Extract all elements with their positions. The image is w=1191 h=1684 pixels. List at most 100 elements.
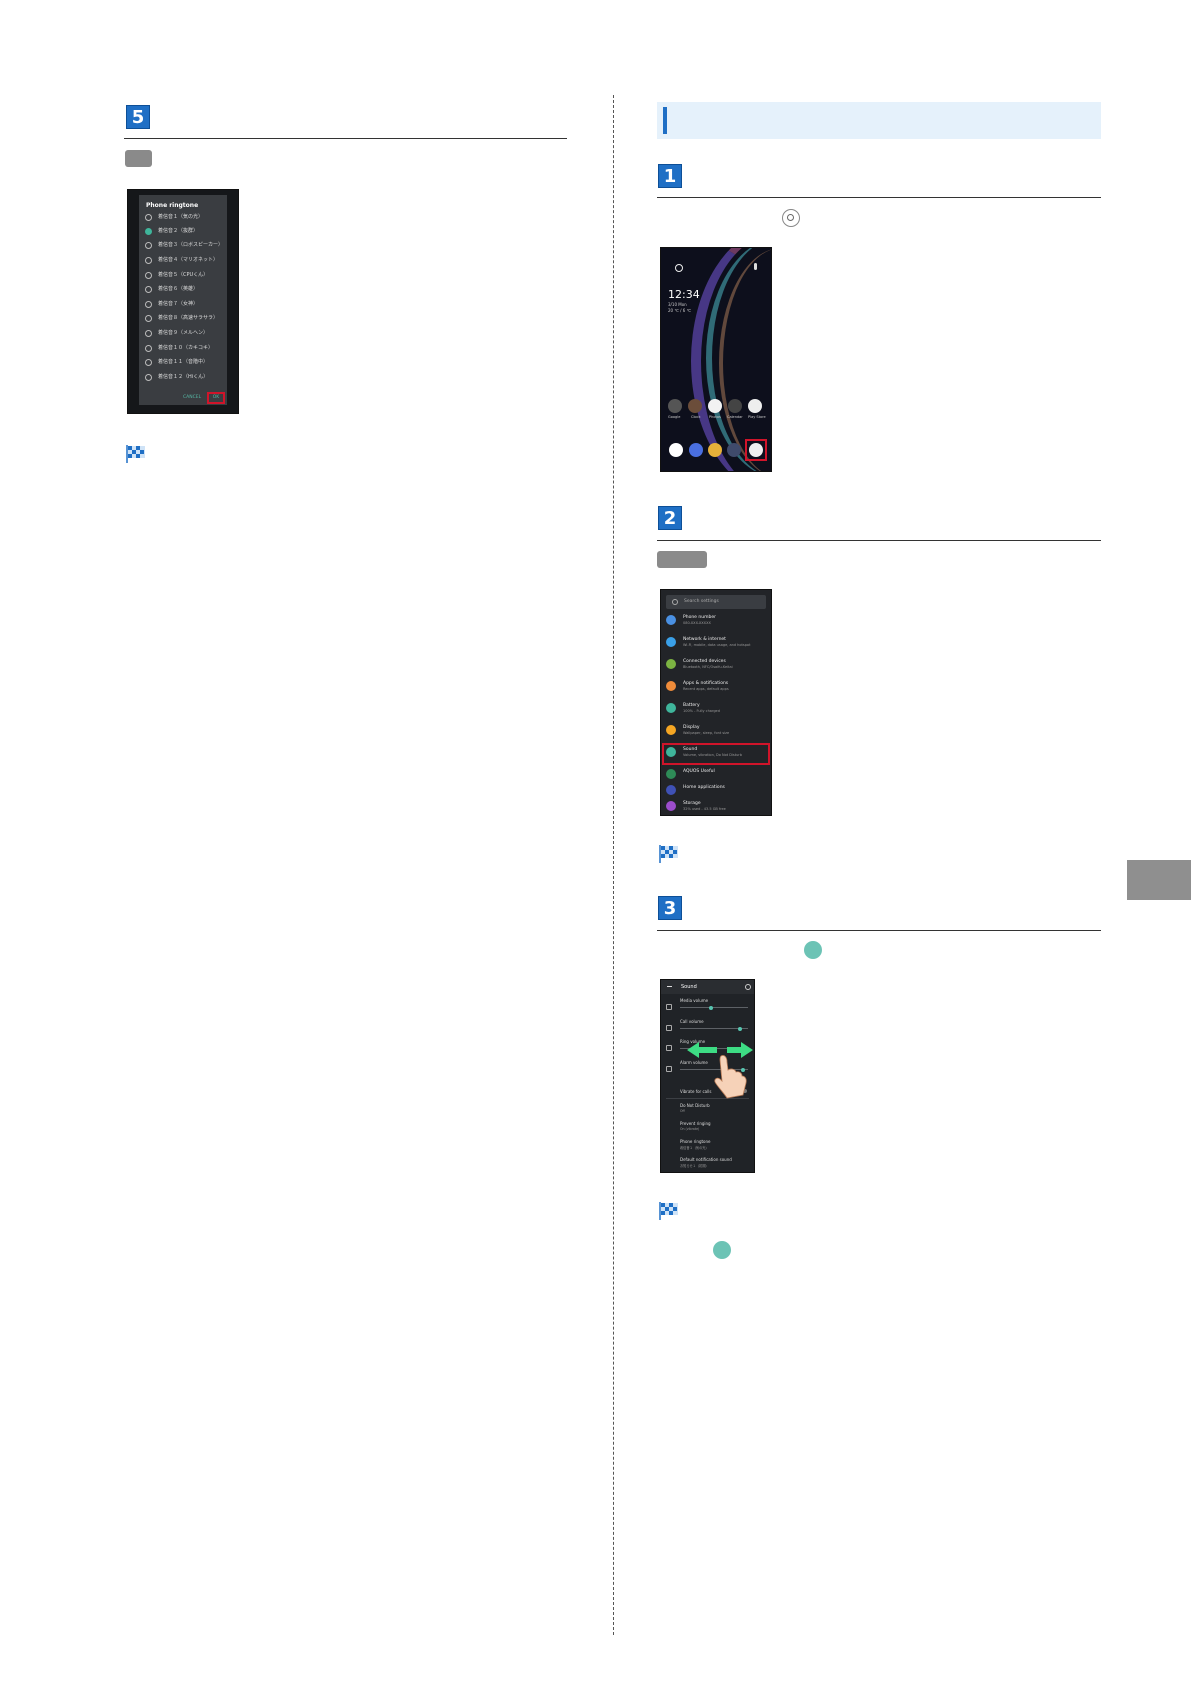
camera-app-icon[interactable] bbox=[727, 443, 741, 457]
search-placeholder: Search settings bbox=[684, 599, 719, 604]
messages-app-icon[interactable] bbox=[689, 443, 703, 457]
ringtone-dialog-screenshot: Phone ringtone 着信音１（気の光） 着信音２（抜群） 着信音３（ロ… bbox=[127, 189, 239, 414]
play-store-icon[interactable] bbox=[748, 399, 762, 413]
ringtone-option[interactable]: 着信音９（メルヘン） bbox=[145, 328, 225, 338]
volume-type-icon bbox=[666, 1004, 672, 1010]
settings-row-battery[interactable]: Battery 100% - Fully charged bbox=[666, 700, 766, 718]
dock-label: Play Store bbox=[748, 415, 766, 419]
chrome-app-icon[interactable] bbox=[708, 443, 722, 457]
option-label: 着信音２（抜群） bbox=[158, 228, 199, 234]
volume-type-icon bbox=[666, 1025, 672, 1031]
ringtone-option[interactable]: 着信音６（英雄） bbox=[145, 284, 225, 294]
back-arrow-icon[interactable] bbox=[667, 986, 672, 987]
sound-settings-screenshot: Sound Media volume Call volume Ring volume… bbox=[660, 979, 755, 1173]
search-settings-input[interactable]: Search settings bbox=[666, 595, 766, 609]
photos-app-icon[interactable] bbox=[708, 399, 722, 413]
section-heading-band bbox=[657, 102, 1101, 139]
option-label: 着信音６（英雄） bbox=[158, 286, 199, 292]
phone-ringtone-value: 着信音１（気の光） bbox=[680, 1146, 709, 1150]
settings-row-storage[interactable]: Storage 32% used - 43.5 GB free bbox=[666, 798, 766, 815]
ringtone-option[interactable]: 着信音８（高速サラサラ） bbox=[145, 313, 225, 323]
radio-icon bbox=[145, 272, 152, 279]
step-2-divider bbox=[657, 540, 1101, 541]
search-icon bbox=[672, 599, 678, 605]
swipe-gesture-icon bbox=[687, 1042, 753, 1099]
settings-category-icon bbox=[666, 637, 676, 647]
step-number-2: 2 bbox=[658, 506, 682, 530]
checkered-flag-icon bbox=[659, 1202, 678, 1220]
sound-title: Sound bbox=[681, 984, 697, 990]
dock-label: Photos bbox=[709, 415, 721, 419]
ringtone-option[interactable]: 着信音１０（カキコキ） bbox=[145, 343, 225, 353]
settings-row-title: AQUOS Useful bbox=[683, 769, 715, 774]
radio-icon bbox=[145, 301, 152, 308]
microphone-icon[interactable] bbox=[754, 263, 757, 270]
settings-row-network-internet[interactable]: Network & internet Wi-Fi, mobile, data us… bbox=[666, 634, 766, 652]
home-weather: 20 ℃ / 6 ℃ bbox=[668, 308, 692, 313]
dnd-label[interactable]: Do Not Disturb bbox=[680, 1103, 710, 1108]
dialog-cancel-button[interactable]: CANCEL bbox=[183, 395, 201, 400]
phone-app-icon[interactable] bbox=[669, 443, 683, 457]
step-5-divider bbox=[124, 138, 567, 139]
home-screen-screenshot: 12:34 3/10 Mon 20 ℃ / 6 ℃ Google Clock P… bbox=[660, 247, 772, 472]
settings-row-phone-number[interactable]: Phone number 080-XXX-XXXXX bbox=[666, 612, 766, 630]
notification-sound-label[interactable]: Default notification sound bbox=[680, 1157, 732, 1162]
settings-row-title: Network & internet bbox=[683, 637, 726, 642]
settings-category-icon bbox=[666, 785, 676, 795]
google-g-icon[interactable] bbox=[675, 264, 683, 272]
notification-sound-value: お知らせ１（初期） bbox=[680, 1164, 709, 1168]
option-label: 着信音１１（音階中） bbox=[158, 359, 209, 365]
ringtone-option[interactable]: 着信音１２（Hiくん） bbox=[145, 372, 225, 382]
option-label: 着信音５（CPUくん） bbox=[158, 272, 209, 278]
section-heading-bar bbox=[663, 107, 667, 134]
volume-slider-track[interactable] bbox=[680, 1007, 748, 1008]
calendar-app-icon[interactable] bbox=[728, 399, 742, 413]
radio-icon bbox=[145, 257, 152, 264]
ringtone-option[interactable]: 着信音１（気の光） bbox=[145, 212, 225, 222]
search-icon[interactable] bbox=[745, 984, 751, 990]
settings-row-display[interactable]: Display Wallpaper, sleep, font size bbox=[666, 722, 766, 740]
clock-app-icon[interactable] bbox=[688, 399, 702, 413]
settings-row-connected-devices[interactable]: Connected devices Bluetooth, NFC/Osaifu-K… bbox=[666, 656, 766, 674]
checkered-flag-icon bbox=[126, 445, 145, 463]
column-divider bbox=[613, 95, 614, 1635]
settings-row-title: Battery bbox=[683, 703, 700, 708]
ringtone-option[interactable]: 着信音４（マリオネット） bbox=[145, 255, 225, 265]
prevent-ringing-label[interactable]: Prevent ringing bbox=[680, 1121, 711, 1126]
checkered-flag-icon bbox=[659, 845, 678, 863]
settings-row-subtitle: Wallpaper, sleep, font size bbox=[683, 731, 730, 735]
option-label: 着信音４（マリオネット） bbox=[158, 257, 219, 263]
sound-header: Sound bbox=[661, 980, 754, 994]
option-label: 着信音１（気の光） bbox=[158, 214, 204, 220]
step-1-divider bbox=[657, 197, 1101, 198]
settings-row-title: Phone number bbox=[683, 615, 716, 620]
volume-label: Media volume bbox=[680, 998, 709, 1003]
ringtone-option[interactable]: 着信音３（ロボスピーカー） bbox=[145, 240, 225, 250]
step-number-5: 5 bbox=[126, 105, 150, 129]
settings-row-title: Storage bbox=[683, 801, 701, 806]
dock-label: Google bbox=[668, 415, 681, 419]
ringtone-option[interactable]: 着信音１１（音階中） bbox=[145, 357, 225, 367]
phone-ringtone-label[interactable]: Phone ringtone bbox=[680, 1139, 711, 1144]
radio-selected-icon bbox=[145, 228, 152, 235]
home-clock: 12:34 bbox=[668, 288, 700, 301]
dialog-ok-button[interactable]: OK bbox=[207, 392, 225, 404]
volume-slider-knob[interactable] bbox=[708, 1005, 713, 1010]
settings-row-apps-notifications[interactable]: Apps & notifications Recent apps, default… bbox=[666, 678, 766, 696]
ringtone-option[interactable]: 着信音５（CPUくん） bbox=[145, 270, 225, 280]
volume-slider-knob[interactable] bbox=[737, 1026, 742, 1031]
ringtone-option[interactable]: 着信音７（女神） bbox=[145, 299, 225, 309]
settings-row-title: Apps & notifications bbox=[683, 681, 729, 686]
radio-icon bbox=[145, 315, 152, 322]
option-label: 着信音１０（カキコキ） bbox=[158, 345, 214, 351]
google-folder-icon[interactable] bbox=[668, 399, 682, 413]
settings-row-subtitle: 080-XXX-XXXXX bbox=[683, 621, 711, 625]
settings-gear-icon bbox=[782, 209, 800, 227]
settings-highlight bbox=[745, 439, 767, 461]
settings-row-subtitle: Wi-Fi, mobile, data usage, and hotspot bbox=[683, 643, 751, 647]
volume-type-icon bbox=[666, 1066, 672, 1072]
settings-row-subtitle: 32% used - 43.5 GB free bbox=[683, 807, 726, 811]
settings-row-title: Display bbox=[683, 725, 700, 730]
radio-icon bbox=[145, 286, 152, 293]
ringtone-option[interactable]: 着信音２（抜群） bbox=[145, 226, 225, 236]
